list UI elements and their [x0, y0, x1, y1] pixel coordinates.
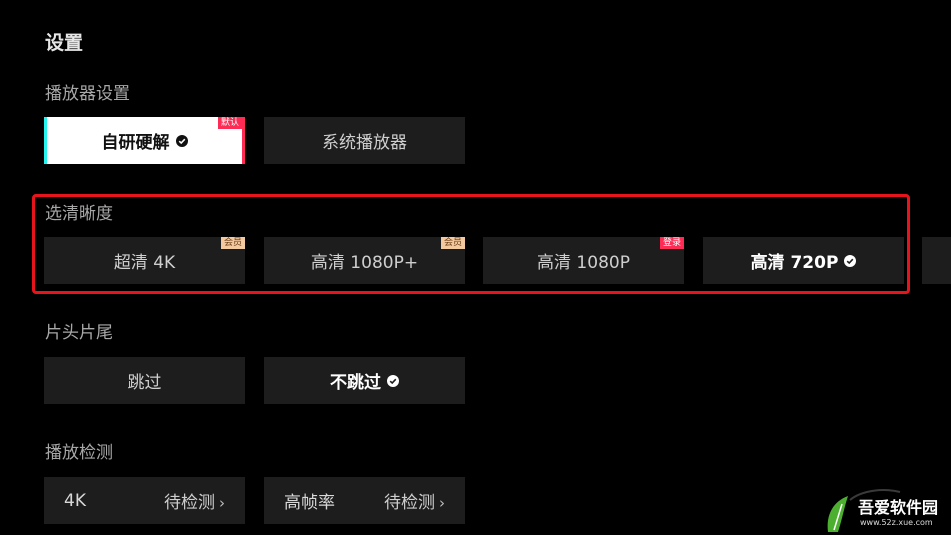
detect-status: 待检测 [164, 493, 215, 513]
option-resolution-720p[interactable]: 高清 720P [703, 237, 904, 284]
option-resolution-4k[interactable]: 超清 4K 会员 [44, 237, 245, 284]
option-skip[interactable]: 跳过 [44, 357, 245, 404]
section-title-player: 播放器设置 [45, 84, 130, 104]
option-self-developed-hw-decode[interactable]: 自研硬解 默认 [44, 117, 245, 164]
page-title: 设置 [45, 32, 84, 54]
section-title-resolution: 选清晰度 [45, 204, 113, 224]
detect-status: 待检测 [384, 493, 435, 513]
watermark-url: www.52z.xue.com [860, 518, 933, 527]
option-label: 高清 1080P+ [310, 253, 419, 273]
option-label: 不跳过 [330, 373, 381, 393]
chevron-right-icon: › [219, 494, 225, 512]
vip-badge: 会员 [440, 237, 465, 249]
section-title-detect: 播放检测 [45, 443, 113, 463]
option-no-skip[interactable]: 不跳过 [264, 357, 465, 404]
detect-item-4k[interactable]: 4K 待检测 › [44, 477, 245, 524]
check-circle-icon [175, 134, 188, 147]
option-label: 跳过 [127, 373, 162, 393]
check-circle-icon [844, 254, 857, 267]
option-resolution-1080p-plus[interactable]: 高清 1080P+ 会员 [264, 237, 465, 284]
option-label: 自研硬解 [101, 133, 170, 153]
detect-item-high-framerate[interactable]: 高帧率 待检测 › [264, 477, 465, 524]
watermark-text: 吾爱软件园 [858, 498, 939, 517]
vip-badge: 会员 [220, 237, 245, 249]
check-circle-icon [387, 374, 399, 387]
option-label: 高清 720P [750, 253, 839, 273]
detect-label: 4K [64, 490, 86, 511]
option-label: 高清 1080P [537, 253, 630, 273]
option-resolution-next-partial[interactable] [922, 237, 951, 284]
option-resolution-1080p[interactable]: 高清 1080P 登录 [483, 237, 684, 284]
detect-label: 高帧率 [284, 493, 335, 513]
option-system-player[interactable]: 系统播放器 [264, 117, 465, 164]
chevron-right-icon: › [439, 494, 445, 512]
default-badge: 默认 [217, 117, 242, 129]
login-badge: 登录 [659, 237, 684, 249]
option-label: 超清 4K [113, 253, 176, 273]
option-label: 系统播放器 [322, 133, 407, 153]
section-title-skip: 片头片尾 [45, 323, 113, 343]
